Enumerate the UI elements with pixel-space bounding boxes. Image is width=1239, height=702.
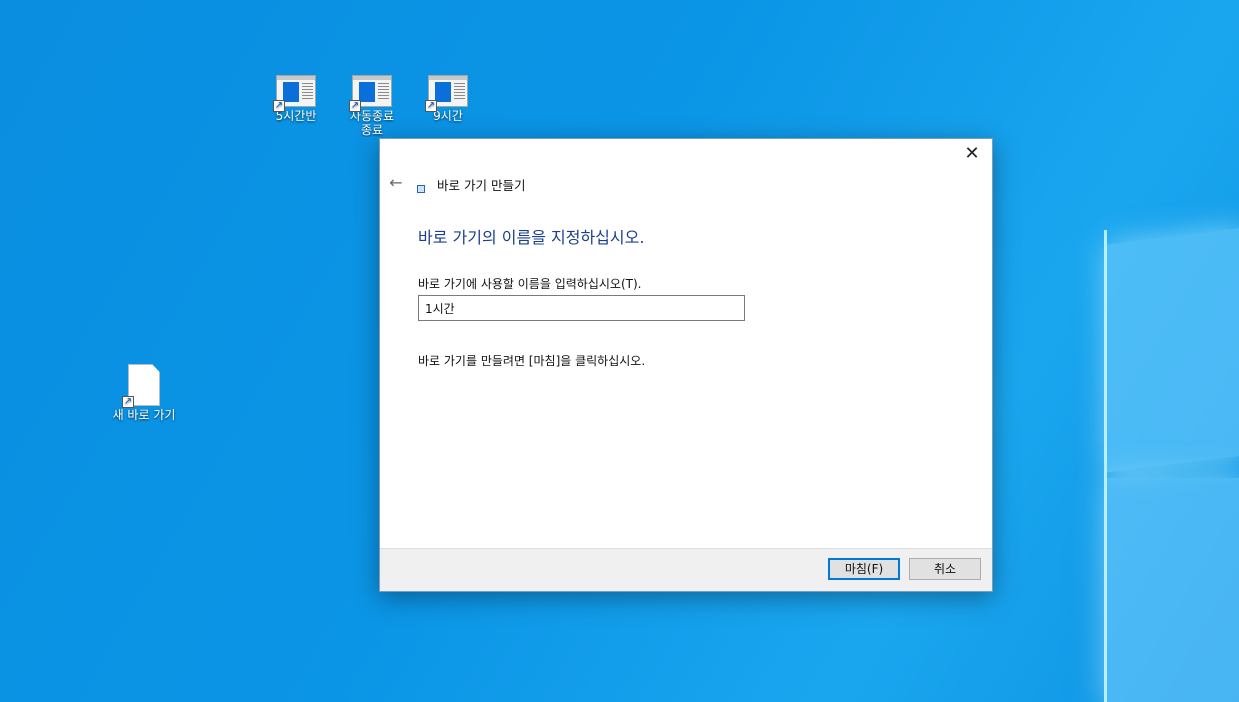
desktop-icon-auto-shutdown[interactable]: ↗ 자동종료 종료 <box>332 75 412 137</box>
desktop-icon-label: 5시간반 <box>275 109 317 123</box>
program-shortcut-icon: ↗ <box>425 75 468 112</box>
close-icon[interactable]: ✕ <box>958 143 986 165</box>
wallpaper-light-beam <box>1104 230 1107 702</box>
page-heading: 바로 가기의 이름을 지정하십시오. <box>418 228 645 247</box>
shortcut-arrow-icon: ↗ <box>273 100 285 112</box>
finish-button[interactable]: 마침(F) <box>828 558 900 580</box>
shortcut-wizard-icon <box>417 185 425 193</box>
wallpaper-pane-top <box>1106 227 1239 473</box>
dialog-footer: 마침(F) 취소 <box>380 548 992 591</box>
program-shortcut-icon: ↗ <box>273 75 316 112</box>
cancel-button[interactable]: 취소 <box>909 558 981 580</box>
name-field-label: 바로 가기에 사용할 이름을 입력하십시오(T). <box>418 277 642 291</box>
shortcut-arrow-icon: ↗ <box>122 396 134 408</box>
desktop-icon-label: 새 바로 가기 <box>112 408 176 422</box>
desktop-icon-label: 9시간 <box>433 109 463 123</box>
create-shortcut-dialog: ✕ ← 바로 가기 만들기 바로 가기의 이름을 지정하십시오. 바로 가기에 … <box>379 138 993 592</box>
wizard-title: 바로 가기 만들기 <box>437 178 526 193</box>
shortcut-arrow-icon: ↗ <box>349 100 361 112</box>
wallpaper-pane-bottom <box>1106 478 1239 702</box>
desktop-icon-label: 자동종료 종료 <box>349 109 395 137</box>
program-shortcut-icon: ↗ <box>349 75 392 112</box>
finish-hint-text: 바로 가기를 만들려면 [마침]을 클릭하십시오. <box>418 354 646 368</box>
shortcut-name-input[interactable] <box>418 295 745 321</box>
desktop-icon-9h[interactable]: ↗ 9시간 <box>408 75 488 123</box>
back-arrow-icon[interactable]: ← <box>386 173 406 193</box>
desktop-icon-5h30[interactable]: ↗ 5시간반 <box>256 75 336 123</box>
shortcut-arrow-icon: ↗ <box>425 100 437 112</box>
desktop-icon-new-shortcut[interactable]: ↗ 새 바로 가기 <box>104 364 184 422</box>
